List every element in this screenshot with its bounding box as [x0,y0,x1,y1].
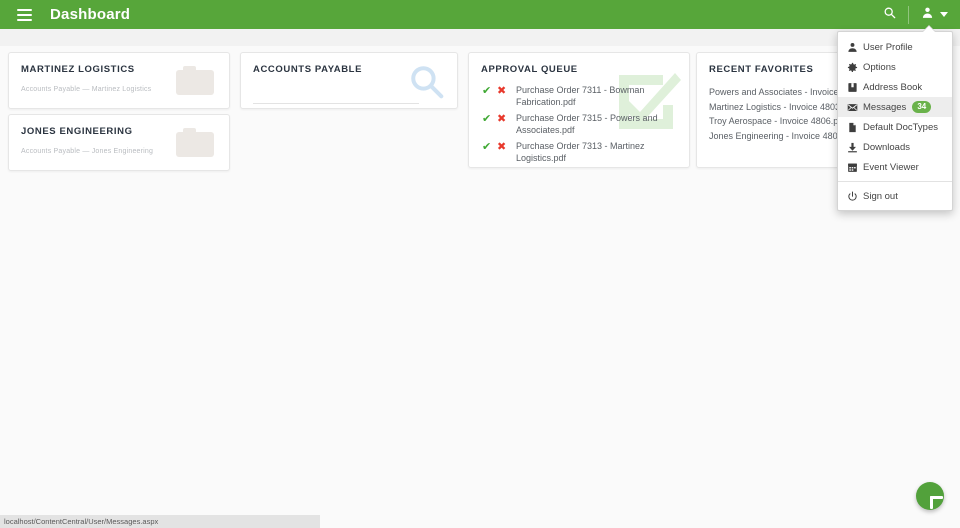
folder-card-jones-engineering[interactable]: JONES ENGINEERING Accounts Payable — Jon… [8,114,230,171]
x-icon[interactable]: ✖ [497,85,516,97]
menu-item-address-book[interactable]: Address Book [838,77,952,97]
approval-item-label[interactable]: Purchase Order 7311 - Bowman Fabrication… [516,85,666,108]
gear-icon [847,62,863,73]
menu-item-label: Downloads [863,141,910,153]
x-icon[interactable]: ✖ [497,141,516,153]
user-menu-button[interactable] [909,0,960,29]
card-title: APPROVAL QUEUE [481,64,578,75]
search-icon [883,6,896,24]
sub-bar [0,29,960,46]
add-button[interactable] [916,482,944,510]
envelope-icon [847,102,863,113]
app-bar: Dashboard [0,0,960,29]
user-icon [847,42,863,53]
accounts-payable-card: ACCOUNTS PAYABLE [240,52,458,109]
page-title: Dashboard [50,6,131,23]
user-icon [921,6,934,24]
hamburger-icon[interactable] [6,0,42,29]
menu-item-messages[interactable]: Messages 34 [838,97,952,117]
menu-item-label: Event Viewer [863,161,919,173]
address-book-icon [847,82,863,93]
folder-icon [176,128,214,157]
download-icon [847,142,863,153]
search-icon[interactable] [408,63,445,105]
approval-item-label[interactable]: Purchase Order 7313 - Martinez Logistics… [516,141,666,164]
user-dropdown-menu: User Profile Options Address Book Messag… [837,26,953,211]
menu-item-label: Default DocTypes [863,121,938,133]
folder-card-martinez-logistics[interactable]: MARTINEZ LOGISTICS Accounts Payable — Ma… [8,52,230,109]
accounts-payable-search-input[interactable] [253,87,419,104]
folder-icon [176,66,214,95]
app-bar-actions [871,0,960,29]
menu-item-label: Options [863,61,896,73]
document-icon [847,122,863,133]
menu-item-label: Address Book [863,81,923,93]
menu-divider [838,181,952,182]
power-icon [847,191,863,202]
list-item: ✔ ✖ Purchase Order 7315 - Powers and Ass… [481,113,677,136]
approval-item-label[interactable]: Purchase Order 7315 - Powers and Associa… [516,113,666,136]
menu-item-label: Sign out [863,190,898,202]
check-icon[interactable]: ✔ [481,113,497,125]
approval-queue-card: APPROVAL QUEUE ✔ ✖ Purchase Order 7311 -… [468,52,690,168]
calendar-icon [847,162,863,173]
chevron-down-icon [940,12,948,17]
menu-item-label: Messages [863,101,907,113]
menu-item-user-profile[interactable]: User Profile [838,37,952,57]
x-icon[interactable]: ✖ [497,113,516,125]
search-button[interactable] [871,0,908,29]
list-item: ✔ ✖ Purchase Order 7311 - Bowman Fabrica… [481,85,677,108]
status-bar-url: localhost/ContentCentral/User/Messages.a… [4,517,159,526]
list-item: ✔ ✖ Purchase Order 7313 - Martinez Logis… [481,141,677,164]
check-icon[interactable]: ✔ [481,141,497,153]
menu-item-default-doctypes[interactable]: Default DocTypes [838,117,952,137]
check-icon[interactable]: ✔ [481,85,497,97]
menu-item-sign-out[interactable]: Sign out [838,186,952,206]
menu-item-event-viewer[interactable]: Event Viewer [838,157,952,177]
menu-item-downloads[interactable]: Downloads [838,137,952,157]
dropdown-arrow [923,26,935,32]
approval-queue-list: ✔ ✖ Purchase Order 7311 - Bowman Fabrica… [481,85,677,164]
menu-item-label: User Profile [863,41,913,53]
menu-item-options[interactable]: Options [838,57,952,77]
status-badge: 34 [912,101,932,113]
status-bar: localhost/ContentCentral/User/Messages.a… [0,515,320,528]
